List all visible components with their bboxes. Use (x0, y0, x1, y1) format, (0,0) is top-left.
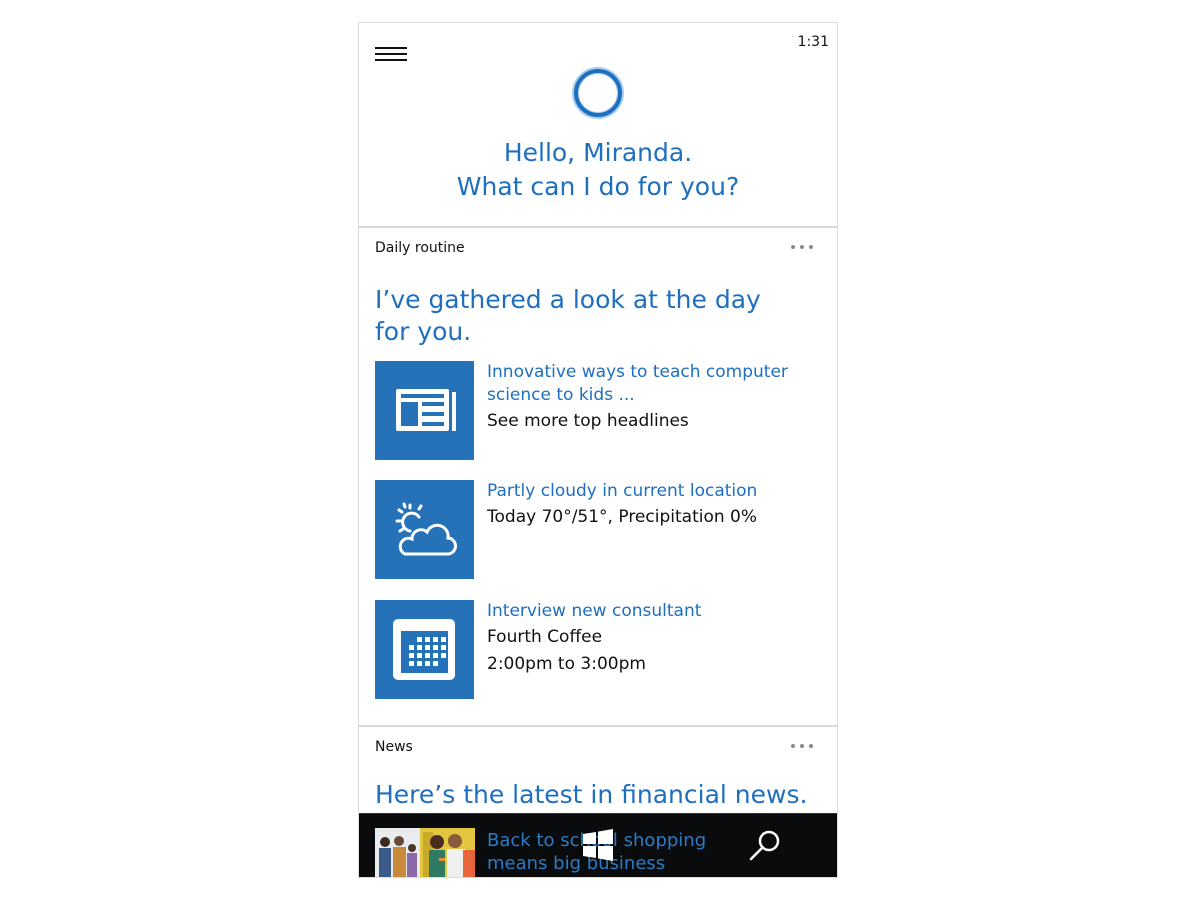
card-headline: I’ve gathered a look at the day for you. (375, 285, 761, 346)
item-subtitle: See more top headlines (487, 411, 689, 431)
cortana-header: 1:31 Hello, Miranda. What can I do for y… (359, 23, 837, 228)
calendar-icon (375, 600, 474, 699)
news-article-title[interactable]: Back to school shopping means big busine… (487, 829, 767, 875)
ellipsis-icon[interactable] (791, 244, 813, 250)
partly-cloudy-icon (375, 480, 474, 579)
card-headline: Here’s the latest in financial news. (375, 780, 808, 809)
status-clock: 1:31 (797, 34, 829, 50)
newspaper-icon (375, 361, 474, 460)
item-link[interactable]: Partly cloudy in current location (487, 480, 827, 503)
item-subtitle: 2:00pm to 3:00pm (487, 654, 646, 674)
item-subtitle: Today 70°/51°, Precipitation 0% (487, 507, 757, 527)
item-link[interactable]: Innovative ways to teach computer scienc… (487, 361, 827, 407)
cortana-phone-screen: 1:31 Hello, Miranda. What can I do for y… (358, 22, 838, 878)
news-photo-thumbnail[interactable] (375, 828, 475, 877)
cortana-ring-icon[interactable] (574, 69, 622, 117)
card-title: News (375, 739, 413, 755)
greeting-line-1: Hello, Miranda. (503, 138, 693, 167)
hamburger-icon[interactable] (375, 47, 407, 63)
daily-routine-card: Daily routine I’ve gathered a look at th… (359, 228, 837, 727)
list-item-calendar[interactable]: Interview new consultant Fourth Coffee 2… (375, 600, 825, 699)
taskbar: Back to school shopping means big busine… (359, 813, 837, 877)
list-item-headlines[interactable]: Innovative ways to teach computer scienc… (375, 361, 825, 460)
search-icon[interactable] (747, 828, 783, 864)
list-item-weather[interactable]: Partly cloudy in current location Today … (375, 480, 825, 579)
item-subtitle: Fourth Coffee (487, 627, 603, 647)
greeting-line-2: What can I do for you? (456, 172, 740, 201)
ellipsis-icon[interactable] (791, 743, 813, 749)
windows-logo-icon[interactable] (581, 828, 615, 862)
item-link[interactable]: Interview new consultant (487, 600, 827, 623)
card-title: Daily routine (375, 240, 465, 256)
